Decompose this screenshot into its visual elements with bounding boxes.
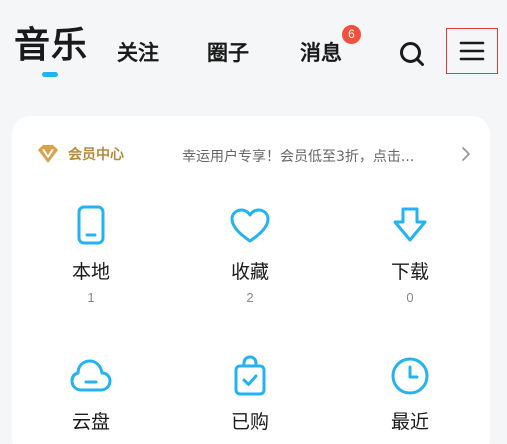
search-icon (400, 42, 424, 66)
grid-item-recent[interactable]: 最近 (350, 354, 470, 434)
grid-item-local[interactable]: 本地 1 (31, 204, 151, 306)
vip-center-row[interactable]: 会员中心 幸运用户专享！会员低至3折，点击... (12, 116, 490, 192)
vip-center-entry[interactable]: 会员中心 (36, 144, 124, 164)
phone-icon (77, 205, 105, 245)
grid-item-downloads[interactable]: 下载 0 (350, 204, 470, 306)
menu-button[interactable] (446, 28, 498, 74)
tab-music[interactable]: 音乐 (14, 26, 88, 66)
vip-promo-text[interactable]: 幸运用户专享！会员低至3折，点击... (182, 146, 414, 166)
grid-label: 已购 (230, 411, 269, 433)
clock-icon (391, 357, 429, 395)
grid-label: 云盘 (71, 411, 110, 433)
tab-circle[interactable]: 圈子 (207, 40, 249, 66)
grid-item-favorites[interactable]: 收藏 2 (190, 204, 310, 306)
heart-icon (230, 208, 270, 243)
shopping-bag-icon (234, 355, 266, 396)
my-music-card: 会员中心 幸运用户专享！会员低至3折，点击... 本地 1 收藏 2 下载 0 … (12, 116, 490, 444)
grid-item-purchased[interactable]: 已购 (190, 354, 310, 434)
grid-label: 本地 (71, 261, 110, 283)
top-navigation: 音乐 关注 圈子 消息 6 (0, 0, 507, 92)
search-button[interactable] (392, 34, 432, 74)
grid-count: 1 (87, 290, 95, 305)
cloud-icon (70, 359, 112, 392)
tab-follow[interactable]: 关注 (117, 40, 159, 66)
grid-count: 0 (406, 290, 414, 305)
grid-label: 最近 (390, 411, 429, 433)
grid-count: 2 (246, 290, 254, 305)
grid-label: 下载 (390, 261, 429, 283)
active-tab-indicator (42, 72, 58, 77)
vip-center-title: 会员中心 (68, 147, 124, 163)
messages-badge: 6 (342, 25, 361, 44)
tab-messages[interactable]: 消息 (300, 40, 342, 66)
grid-item-cloud-drive[interactable]: 云盘 (31, 354, 151, 434)
chevron-right-icon[interactable] (460, 146, 472, 162)
grid-label: 收藏 (230, 261, 269, 283)
vip-diamond-icon (38, 145, 58, 163)
menu-icon (459, 41, 485, 61)
download-icon (393, 207, 427, 242)
